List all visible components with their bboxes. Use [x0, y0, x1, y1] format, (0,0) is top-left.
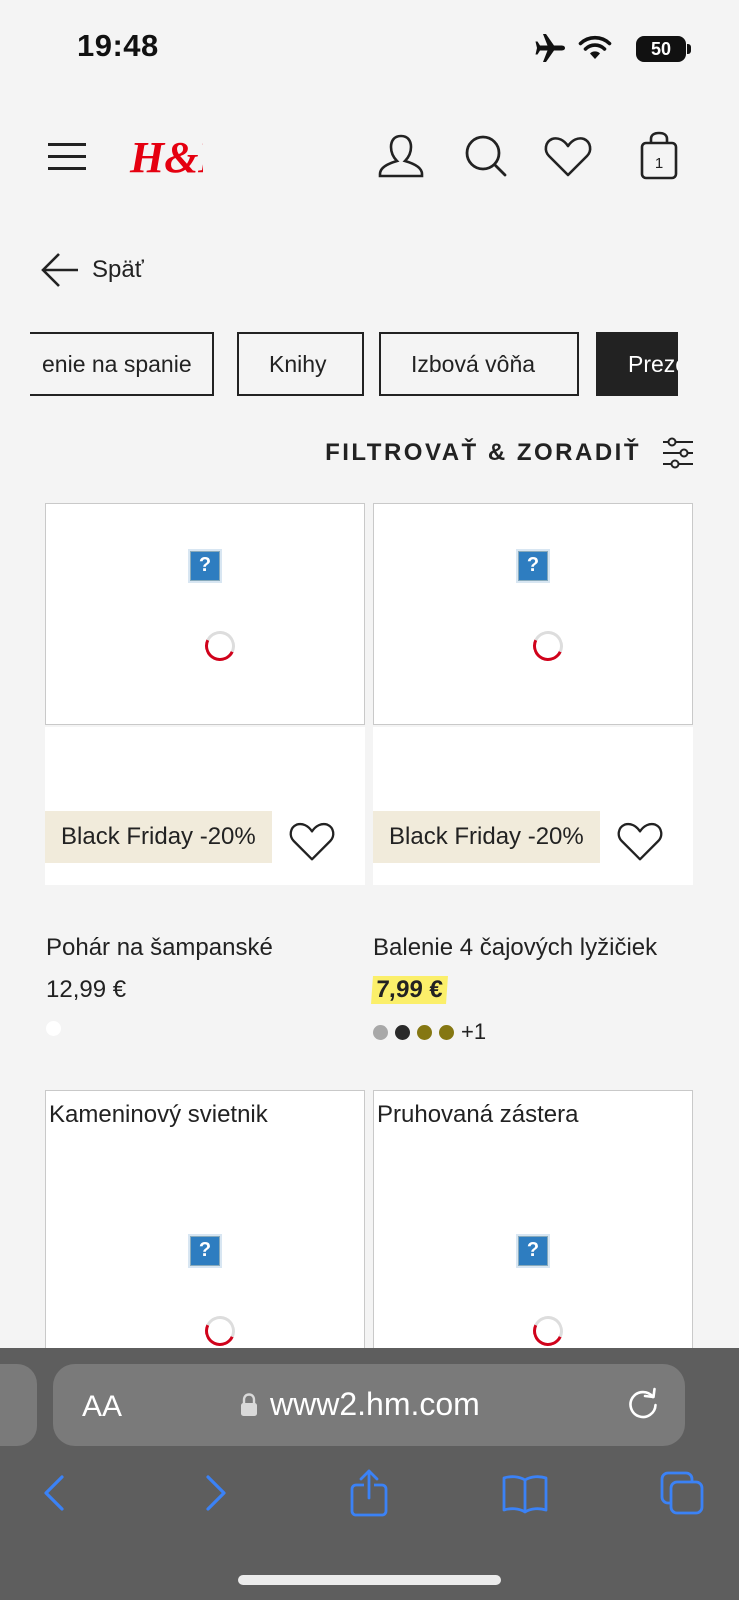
favorites-icon[interactable]: [542, 130, 594, 182]
hm-logo[interactable]: H&M: [128, 128, 203, 184]
more-colors[interactable]: +1: [461, 1019, 486, 1045]
product-sale-price: 7,99 €: [371, 976, 448, 1004]
add-to-favorites-heart-icon[interactable]: [615, 816, 665, 866]
url-display[interactable]: www2.hm.com: [240, 1386, 540, 1423]
filter-sort-button[interactable]: FILTROVAŤ & ZORADIŤ: [325, 436, 695, 470]
account-icon[interactable]: [375, 130, 427, 182]
product-price: 12,99 €: [46, 976, 127, 1003]
product-name[interactable]: Pruhovaná zástera: [377, 1101, 578, 1129]
share-icon[interactable]: [344, 1468, 394, 1518]
chip-sleepwear[interactable]: enie na spanie: [30, 332, 214, 396]
promo-badge: Black Friday -20%: [373, 811, 600, 863]
previous-tab-address-bar[interactable]: [0, 1364, 37, 1446]
product-image[interactable]: [373, 503, 693, 725]
product-card[interactable]: [373, 1090, 693, 1350]
filter-sliders-icon: [663, 437, 693, 469]
battery-indicator: 50: [636, 36, 686, 62]
color-swatch-white[interactable]: [46, 1021, 61, 1036]
arrow-left-icon: [41, 253, 78, 287]
color-swatch-grey[interactable]: [373, 1024, 388, 1040]
cart-count: 1: [655, 155, 663, 172]
product-name[interactable]: Kameninový svietnik: [49, 1101, 268, 1129]
product-image[interactable]: [45, 503, 365, 725]
home-indicator: [238, 1575, 501, 1585]
tabs-icon[interactable]: [657, 1468, 707, 1518]
category-chips[interactable]: enie na spanie Knihy Izbová vôňa Prezent…: [30, 332, 678, 396]
product-name[interactable]: Pohár na šampanské: [46, 934, 273, 962]
chip-room-fragrance[interactable]: Izbová vôňa: [379, 332, 579, 396]
filter-label: FILTROVAŤ & ZORADIŤ: [325, 439, 641, 466]
forward-chevron-icon[interactable]: [190, 1468, 240, 1518]
lock-icon: [241, 1392, 257, 1416]
color-swatch-gold[interactable]: [417, 1024, 432, 1040]
color-swatches[interactable]: +1: [373, 1019, 486, 1045]
back-link[interactable]: Späť: [40, 250, 144, 290]
product-name[interactable]: Balenie 4 čajových lyžičiek: [373, 934, 657, 962]
add-to-favorites-heart-icon[interactable]: [287, 816, 337, 866]
broken-image-icon: ?: [188, 1234, 222, 1268]
back-chevron-icon[interactable]: [30, 1468, 80, 1518]
bookmarks-icon[interactable]: [500, 1468, 550, 1518]
airplane-icon: [535, 34, 565, 62]
wifi-icon: [578, 35, 612, 59]
chip-presents[interactable]: Prezents: [596, 332, 678, 396]
product-card[interactable]: [45, 1090, 365, 1350]
broken-image-icon: ?: [516, 1234, 550, 1268]
search-icon[interactable]: [460, 130, 512, 182]
promo-badge: Black Friday -20%: [45, 811, 272, 863]
battery-tip: [687, 44, 691, 54]
reload-icon[interactable]: [626, 1387, 660, 1421]
chip-books[interactable]: Knihy: [237, 332, 364, 396]
text-size-button[interactable]: AA: [82, 1390, 122, 1424]
url-text: www2.hm.com: [270, 1386, 480, 1422]
back-label: Späť: [92, 256, 144, 283]
svg-text:H&M: H&M: [129, 133, 203, 182]
status-time: 19:48: [77, 28, 159, 63]
shopping-bag-icon[interactable]: 1: [633, 130, 685, 182]
color-swatch-black[interactable]: [395, 1024, 410, 1040]
menu-icon[interactable]: [48, 143, 86, 171]
broken-image-icon: ?: [516, 549, 550, 583]
broken-image-icon: ?: [188, 549, 222, 583]
color-swatch-gold[interactable]: [439, 1024, 454, 1040]
color-swatches[interactable]: [46, 1021, 68, 1041]
